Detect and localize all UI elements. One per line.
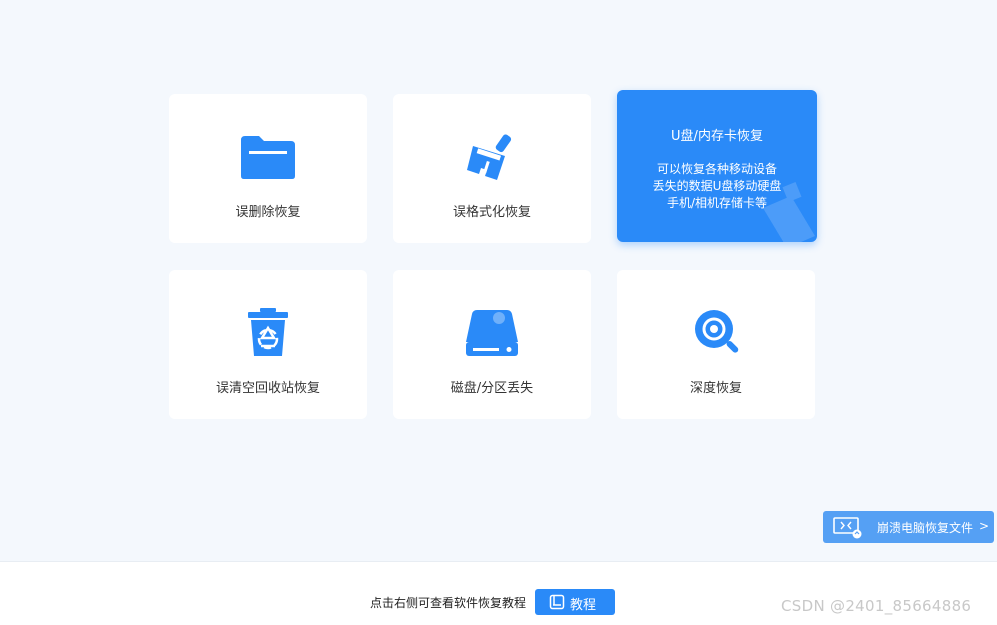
crashed-computer-icon	[833, 517, 862, 539]
recycle-bin-icon	[248, 308, 288, 356]
book-icon	[549, 594, 565, 610]
deep-scan-icon	[695, 310, 739, 353]
card-label: 磁盘/分区丢失	[450, 381, 534, 396]
folder-icon	[241, 136, 295, 179]
card-recycle-bin-recovery[interactable]: 误清空回收站恢复	[169, 270, 367, 419]
main-panel: 误删除恢复 误格式化恢复 U盘/内存卡恢复 可以恢复各种移动设备 丢失的数据U盘…	[0, 0, 997, 561]
card-format-recovery[interactable]: 误格式化恢复	[393, 94, 591, 243]
card-disk-partition-recovery[interactable]: 磁盘/分区丢失	[393, 270, 591, 419]
usb-card-icon	[763, 181, 815, 242]
watermark-text: CSDN @2401_85664886	[781, 597, 972, 615]
crashed-computer-recovery-label: 崩溃电脑恢复文件	[877, 521, 974, 535]
card-label: 深度恢复	[689, 381, 742, 396]
card-label: 误删除恢复	[235, 205, 301, 220]
card-title: U盘/内存卡恢复	[671, 129, 763, 144]
card-deleted-recovery[interactable]: 误删除恢复	[169, 94, 367, 243]
tutorial-button[interactable]: 教程	[535, 589, 615, 615]
chevron-right-icon: >	[979, 519, 990, 533]
card-desc-line: 可以恢复各种移动设备	[656, 162, 777, 176]
footer-bar: 点击右侧可查看软件恢复教程 教程	[0, 561, 997, 625]
hard-disk-icon	[466, 310, 518, 356]
tutorial-button-label: 教程	[570, 598, 597, 613]
tutorial-hint-text: 点击右侧可查看软件恢复教程	[370, 596, 527, 610]
card-label: 误格式化恢复	[452, 205, 531, 220]
crashed-computer-recovery-button[interactable]: 崩溃电脑恢复文件 >	[823, 511, 994, 543]
card-usb-recovery[interactable]: U盘/内存卡恢复 可以恢复各种移动设备 丢失的数据U盘移动硬盘 手机/相机存储卡…	[617, 90, 817, 242]
card-label: 误清空回收站恢复	[215, 381, 320, 396]
card-deep-recovery[interactable]: 深度恢复	[617, 270, 815, 419]
broom-icon	[467, 134, 512, 180]
